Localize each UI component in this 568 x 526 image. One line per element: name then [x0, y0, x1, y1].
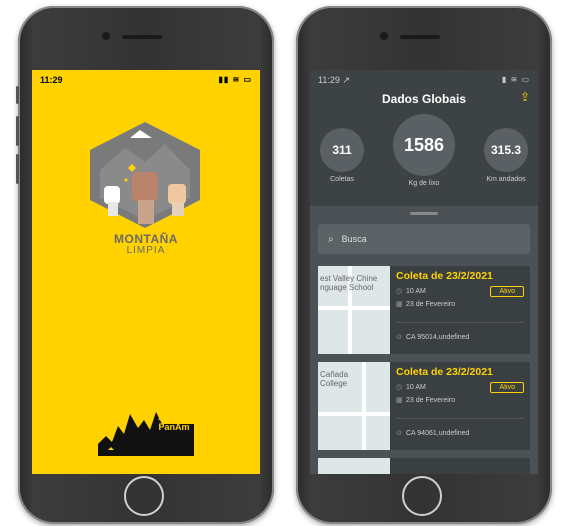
collection-card[interactable]: Cañada College Coleta de 23/2/2021 ◷ 10 A…	[318, 362, 530, 450]
card-title: Coleta de 23/2/2021	[396, 270, 493, 282]
map-thumbnail: Cañada College	[318, 362, 390, 450]
status-bar: 11:29 ↗ ▮ ≋ ▭	[318, 75, 530, 86]
front-camera	[380, 32, 388, 40]
search-icon: ⌕	[328, 233, 334, 245]
stat-km-andados-label: Km andados	[486, 176, 526, 183]
calendar-icon: ▦	[396, 397, 403, 404]
volume-up-button	[16, 116, 19, 146]
status-bar: 11:29 ▮▮ ≋ ▭	[40, 75, 252, 85]
map-label: College	[320, 379, 348, 388]
speaker	[400, 35, 440, 39]
splash-screen: 11:29 ▮▮ ≋ ▭ MONTAÑA LIMPIA Acceso PanAm	[32, 70, 260, 474]
map-thumbnail	[318, 458, 390, 474]
stat-kg-lixo: 1586 Kg de lixo	[388, 114, 460, 187]
montana-limpia-logo	[90, 122, 200, 228]
sheet-drag-handle[interactable]	[410, 212, 438, 215]
phone-right: 11:29 ↗ ▮ ≋ ▭ Dados Globais ⇪ 311 Coleta…	[296, 6, 552, 524]
stat-km-andados: 315.3 Km andados	[476, 128, 536, 183]
map-label: nguage School	[320, 283, 374, 292]
search-placeholder: Busca	[341, 234, 367, 244]
status-badge: Ativo	[490, 286, 524, 297]
brand-subtitle: LIMPIA	[126, 245, 166, 256]
card-location: CA 94061,undefined	[406, 429, 470, 437]
status-badge: Ativo	[490, 382, 524, 393]
map-label: est Valley Chine	[320, 274, 378, 283]
stat-kg-lixo-label: Kg de lixo	[408, 180, 440, 187]
card-time: 10 AM	[406, 287, 426, 295]
status-icons: ▮▮ ≋ ▭	[218, 75, 252, 84]
stat-coletas-label: Coletas	[330, 176, 354, 183]
status-time: 11:29 ↗	[318, 75, 350, 85]
mute-switch	[16, 86, 19, 104]
card-time: 10 AM	[406, 383, 426, 391]
stat-coletas-value: 311	[320, 128, 364, 172]
status-icons: ▮ ≋ ▭	[501, 75, 530, 84]
home-button[interactable]	[402, 476, 442, 516]
map-thumbnail: est Valley Chine nguage School	[318, 266, 390, 354]
clock-icon: ◷	[396, 384, 403, 391]
divider	[396, 322, 524, 323]
front-camera	[102, 32, 110, 40]
card-title: Coleta de 23/2/2021	[396, 366, 493, 378]
share-icon[interactable]: ⇪	[520, 90, 530, 104]
collections-sheet[interactable]: ⌕ Busca est Valley Chine nguage School C…	[310, 206, 538, 474]
location-pin-icon: ⊙	[396, 334, 402, 341]
clock-icon: ◷	[396, 288, 403, 295]
sponsor-logo: Acceso PanAm	[98, 406, 194, 456]
card-location: CA 95014,undefined	[406, 333, 470, 341]
map-label: Cañada	[320, 370, 349, 379]
collection-card[interactable]: est Valley Chine nguage School Coleta de…	[318, 266, 530, 354]
speaker	[122, 35, 162, 39]
collection-card[interactable]	[318, 458, 530, 474]
volume-down-button	[16, 154, 19, 184]
calendar-icon: ▦	[396, 301, 403, 308]
brand-title: MONTAÑA	[114, 232, 178, 246]
sponsor-text-line2: PanAm	[158, 422, 190, 432]
status-time: 11:29	[40, 75, 63, 85]
card-date: 23 de Fevereiro	[406, 396, 456, 404]
global-data-screen: 11:29 ↗ ▮ ≋ ▭ Dados Globais ⇪ 311 Coleta…	[310, 70, 538, 474]
divider	[396, 418, 524, 419]
search-input[interactable]: ⌕ Busca	[318, 224, 530, 254]
card-date: 23 de Fevereiro	[406, 300, 456, 308]
page-title: Dados Globais	[381, 92, 467, 106]
home-button[interactable]	[124, 476, 164, 516]
sponsor-text-line1: Acceso	[157, 412, 191, 422]
stat-kg-lixo-value: 1586	[393, 114, 455, 176]
stat-km-andados-value: 315.3	[484, 128, 528, 172]
phone-left: 11:29 ▮▮ ≋ ▭ MONTAÑA LIMPIA Acceso PanAm	[16, 6, 274, 524]
stat-coletas: 311 Coletas	[312, 128, 372, 183]
location-pin-icon: ⊙	[396, 430, 402, 437]
